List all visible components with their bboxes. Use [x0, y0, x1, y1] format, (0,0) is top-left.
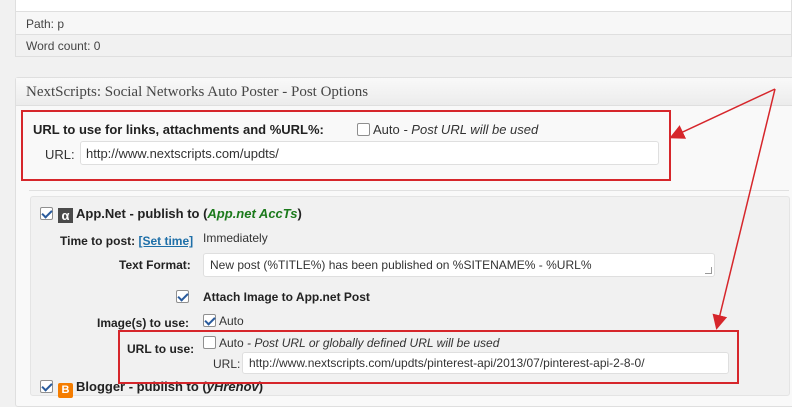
- arrow-to-top-box: [669, 88, 776, 139]
- annotation-arrows: [669, 88, 776, 330]
- arrow-to-bottom-box: [712, 88, 776, 330]
